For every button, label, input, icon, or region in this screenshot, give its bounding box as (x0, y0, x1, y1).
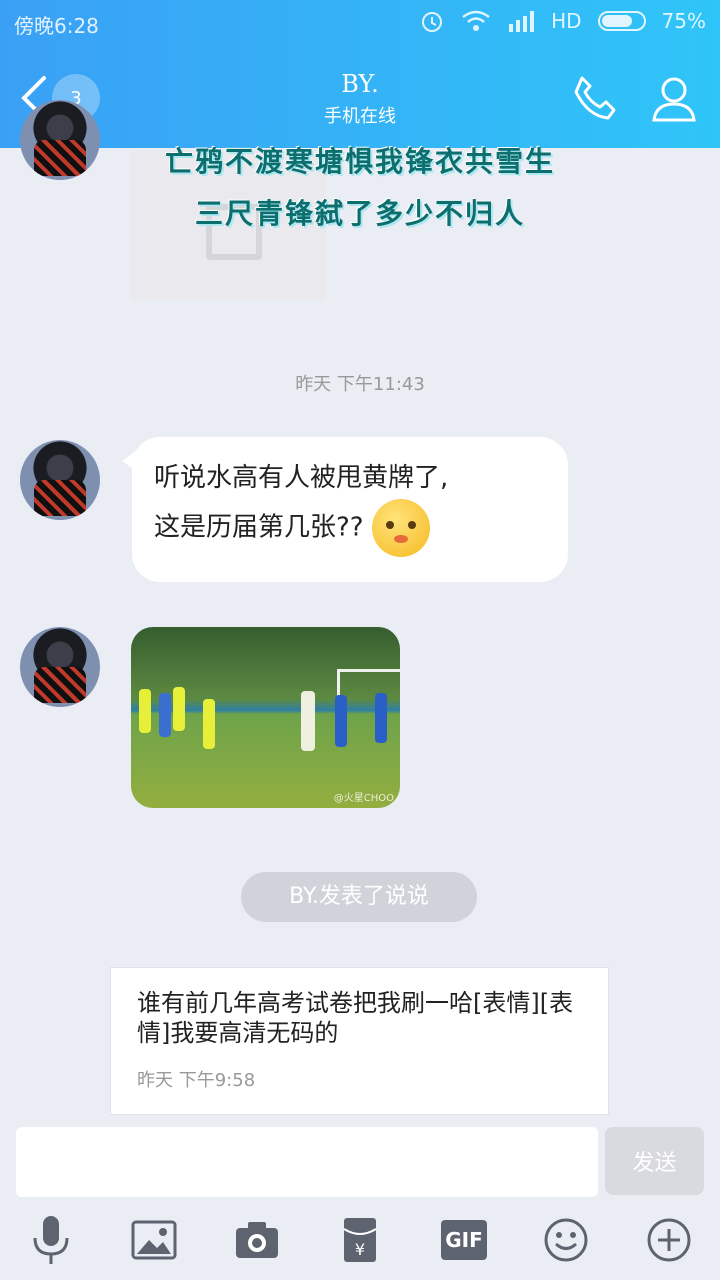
camera-icon[interactable] (229, 1210, 285, 1270)
post-text: 谁有前几年高考试卷把我刷一哈[表情][表情]我要高清无码的 (137, 989, 574, 1047)
emoji-icon[interactable] (538, 1210, 594, 1270)
player (139, 689, 151, 733)
microphone-icon[interactable] (23, 1210, 79, 1270)
player (173, 687, 185, 731)
profile-icon[interactable] (648, 72, 700, 124)
player (375, 693, 387, 743)
gif-icon[interactable]: GIF (436, 1210, 492, 1270)
player (335, 695, 347, 747)
bubble-line-2-row: 这是历届第几张?? (154, 499, 546, 557)
red-packet-icon[interactable]: ¥ (332, 1210, 388, 1270)
status-time: 傍晚6:28 (14, 14, 99, 38)
svg-text:¥: ¥ (355, 1240, 365, 1259)
contact-avatar[interactable] (20, 440, 100, 520)
post-time: 昨天 下午9:58 (137, 1070, 256, 1091)
player (203, 699, 215, 749)
battery-percent: 75% (661, 9, 706, 33)
status-bar: 傍晚6:28 HD 75% (0, 0, 720, 48)
player (159, 693, 171, 737)
poem-line-1: 亡鸦不渡寒塘惧我锋衣共雪生 (164, 145, 555, 178)
contact-avatar[interactable] (20, 627, 100, 707)
signal-icon (509, 11, 535, 32)
system-notice[interactable]: BY.发表了说说 (241, 872, 477, 922)
poem-line-2: 三尺青锋弑了多少不归人 (194, 197, 525, 230)
gif-label: GIF (441, 1220, 487, 1260)
top-bar: 傍晚6:28 HD 75% 3 BY. 手机在线 (0, 0, 720, 148)
alarm-icon (422, 12, 443, 32)
battery-fill (601, 15, 632, 27)
wifi-icon (462, 10, 490, 31)
status-right: HD 75% (419, 8, 706, 34)
football-photo[interactable]: @火星CHOO (131, 627, 400, 808)
image-icon[interactable] (126, 1210, 182, 1270)
referee (301, 691, 315, 751)
photo-watermark: @火星CHOO (333, 793, 394, 804)
message-bubble[interactable]: 听说水高有人被甩黄牌了, 这是历届第几张?? (122, 437, 568, 582)
network-type: HD (551, 9, 582, 33)
chat-header: 3 BY. 手机在线 (0, 48, 720, 148)
bubble-line-1: 听说水高有人被甩黄牌了, (154, 463, 449, 493)
shy-emoji-icon (371, 499, 430, 557)
send-button[interactable]: 发送 (605, 1127, 704, 1195)
phone-call-icon[interactable] (568, 72, 620, 124)
message-input[interactable] (16, 1127, 598, 1197)
plus-icon[interactable] (641, 1210, 697, 1270)
bubble-line-2: 这是历届第几张?? (154, 512, 364, 543)
message-timestamp: 昨天 下午11:43 (295, 374, 425, 395)
battery-icon (597, 11, 646, 31)
input-toolbar: ¥ GIF (0, 1210, 720, 1274)
post-card[interactable]: 谁有前几年高考试卷把我刷一哈[表情][表情]我要高清无码的 昨天 下午9:58 (110, 967, 609, 1115)
